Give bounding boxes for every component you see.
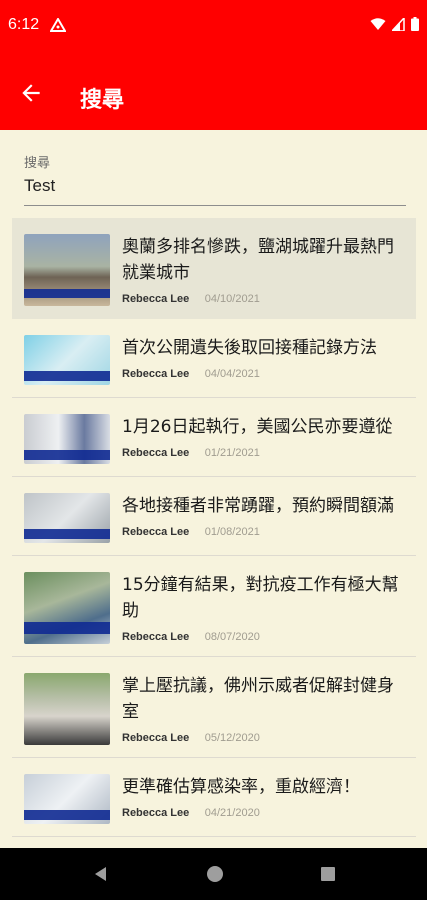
article-date: 05/12/2020	[204, 732, 260, 744]
article-thumbnail	[24, 335, 110, 385]
page-title: 搜尋	[80, 88, 125, 113]
article-title: 各地接種者非常踴躍，預約瞬間額滿	[122, 496, 394, 516]
article-title: 1月26日起執行，美國公民亦要遵從	[122, 417, 393, 437]
results-list: 奧蘭多排名慘跌，鹽湖城躍升最熱門就業城市 Rebecca Lee 04/10/2…	[12, 218, 416, 848]
article-thumbnail	[24, 673, 110, 745]
list-item[interactable]: 各地接種者非常踴躍，預約瞬間額滿 Rebecca Lee 01/08/2021	[12, 477, 416, 556]
article-author: Rebecca Lee	[122, 368, 190, 380]
battery-icon	[411, 17, 419, 31]
article-title: 15分鐘有結果，對抗疫工作有極大幫助	[122, 575, 399, 621]
list-item[interactable]: 首次公開遺失後取回接種記錄方法 Rebecca Lee 04/04/2021	[12, 319, 416, 398]
article-author: Rebecca Lee	[122, 631, 190, 643]
article-date: 01/21/2021	[204, 447, 260, 459]
list-item[interactable]: 1月26日起執行，美國公民亦要遵從 Rebecca Lee 01/21/2021	[12, 398, 416, 477]
article-date: 04/04/2021	[204, 368, 260, 380]
article-title: 掌上壓抗議，佛州示威者促解封健身室	[122, 676, 394, 722]
list-item[interactable]: 奧蘭多排名慘跌，鹽湖城躍升最熱門就業城市 Rebecca Lee 04/10/2…	[12, 218, 416, 319]
system-nav-bar	[0, 848, 427, 900]
article-author: Rebecca Lee	[122, 447, 190, 459]
article-author: Rebecca Lee	[122, 293, 190, 305]
article-title: 奧蘭多排名慘跌，鹽湖城躍升最熱門就業城市	[122, 237, 394, 283]
nav-back-icon[interactable]	[92, 865, 110, 883]
article-meta: Rebecca Lee 01/21/2021	[122, 446, 404, 459]
article-thumbnail	[24, 493, 110, 543]
article-author: Rebecca Lee	[122, 732, 190, 744]
article-meta: Rebecca Lee 08/07/2020	[122, 630, 404, 643]
article-meta: Rebecca Lee 05/12/2020	[122, 731, 404, 744]
arrow-left-icon[interactable]	[18, 80, 44, 106]
wifi-icon	[370, 17, 386, 30]
article-thumbnail	[24, 774, 110, 824]
article-date: 08/07/2020	[204, 631, 260, 643]
status-bar: 6:12	[0, 0, 427, 56]
article-title: 更準確估算感染率，重啟經濟！	[122, 777, 360, 797]
search-label: 搜尋	[24, 156, 51, 171]
article-thumbnail	[24, 234, 110, 306]
article-author: Rebecca Lee	[122, 526, 190, 538]
article-thumbnail	[24, 414, 110, 464]
article-meta: Rebecca Lee 04/21/2020	[122, 806, 404, 819]
article-thumbnail	[24, 572, 110, 644]
list-item[interactable]: 掌上壓抗議，佛州示威者促解封健身室 Rebecca Lee 05/12/2020	[12, 657, 416, 758]
search-input[interactable]	[24, 173, 406, 202]
list-item[interactable]: 更準確估算感染率，重啟經濟！ Rebecca Lee 04/21/2020	[12, 758, 416, 837]
signal-icon	[392, 17, 405, 31]
nav-home-icon[interactable]	[206, 865, 224, 883]
article-date: 04/21/2020	[204, 807, 260, 819]
article-date: 04/10/2021	[204, 293, 260, 305]
search-field[interactable]: 搜尋	[24, 152, 406, 206]
app-bar: 搜尋	[0, 56, 427, 130]
status-time: 6:12	[8, 16, 40, 33]
article-title: 首次公開遺失後取回接種記錄方法	[122, 338, 377, 358]
article-meta: Rebecca Lee 04/10/2021	[122, 292, 404, 305]
article-author: Rebecca Lee	[122, 807, 190, 819]
status-icons	[370, 17, 419, 31]
app-notification-icon	[50, 18, 66, 32]
nav-recents-icon[interactable]	[320, 866, 336, 882]
article-date: 01/08/2021	[204, 526, 260, 538]
list-item[interactable]: 15分鐘有結果，對抗疫工作有極大幫助 Rebecca Lee 08/07/202…	[12, 556, 416, 657]
search-underline	[24, 205, 406, 206]
article-meta: Rebecca Lee 04/04/2021	[122, 367, 404, 380]
article-meta: Rebecca Lee 01/08/2021	[122, 525, 404, 538]
